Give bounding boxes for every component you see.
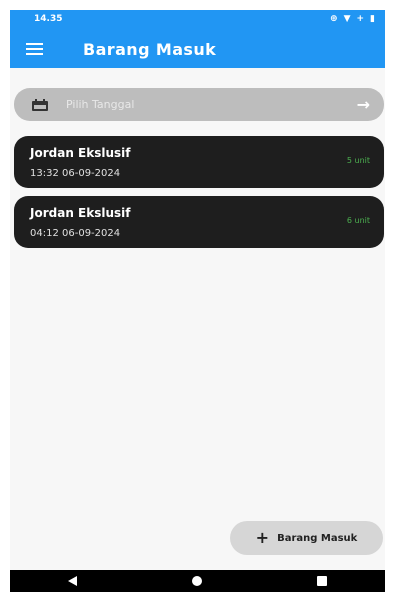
data-saver-icon: ⊕: [330, 14, 338, 24]
menu-button[interactable]: [10, 32, 58, 66]
item-quantity: 6 unit: [346, 216, 370, 225]
plus-icon: +: [255, 528, 270, 547]
status-icons: ⊕ ▼ + ▮: [330, 14, 375, 24]
left-margin: [0, 0, 10, 592]
home-icon[interactable]: [191, 576, 202, 586]
top-margin: [0, 0, 393, 10]
item-name: Jordan Ekslusif: [30, 206, 131, 220]
right-margin: [385, 0, 393, 592]
system-nav-bar: [10, 570, 385, 592]
calendar-icon: [32, 98, 48, 111]
date-picker-label: Pilih Tanggal: [66, 98, 135, 111]
back-icon[interactable]: [67, 576, 77, 586]
date-picker-button[interactable]: Pilih Tanggal →: [14, 88, 384, 121]
item-datetime: 04:12 06-09-2024: [30, 228, 121, 239]
fab-label: Barang Masuk: [277, 532, 358, 544]
screen: 14.35 ⊕ ▼ + ▮ Barang Masuk Pilih Tanggal…: [0, 0, 393, 592]
list-item[interactable]: Jordan Ekslusif 04:12 06-09-2024 6 unit: [14, 196, 384, 248]
status-bar: 14.35 ⊕ ▼ + ▮: [10, 10, 385, 28]
status-time: 14.35: [34, 14, 63, 24]
item-list: Jordan Ekslusif 13:32 06-09-2024 5 unit …: [14, 136, 384, 256]
recent-apps-icon[interactable]: [317, 576, 328, 586]
hamburger-icon: [25, 43, 43, 55]
plus-icon: +: [356, 14, 365, 24]
list-item[interactable]: Jordan Ekslusif 13:32 06-09-2024 5 unit: [14, 136, 384, 188]
item-quantity: 5 unit: [346, 156, 370, 165]
battery-icon: ▮: [370, 14, 375, 24]
add-barang-masuk-button[interactable]: + Barang Masuk: [230, 521, 383, 555]
item-datetime: 13:32 06-09-2024: [30, 168, 121, 179]
arrow-right-icon: →: [356, 95, 370, 114]
toolbar: Barang Masuk: [10, 32, 385, 66]
wifi-icon: ▼: [343, 14, 351, 24]
item-name: Jordan Ekslusif: [30, 146, 131, 160]
app-bar: 14.35 ⊕ ▼ + ▮ Barang Masuk: [10, 10, 385, 68]
page-title: Barang Masuk: [83, 39, 217, 59]
